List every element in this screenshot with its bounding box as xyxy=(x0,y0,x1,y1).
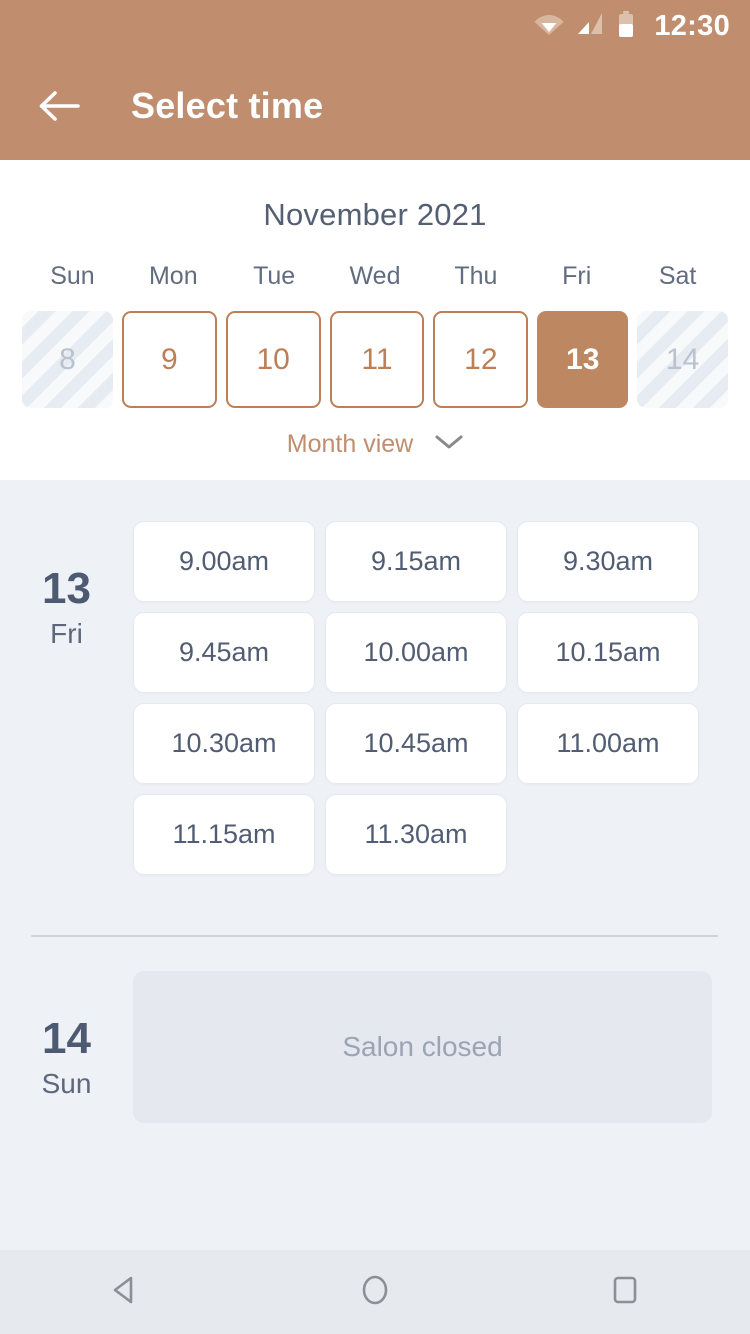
schedule-day-13: 13 Fri 9.00am 9.15am 9.30am 9.45am 10.00… xyxy=(0,480,750,875)
month-view-label: Month view xyxy=(286,430,414,458)
page-title: Select time xyxy=(131,85,324,126)
status-bar-clock: 12:30 xyxy=(654,9,730,42)
weekday-label: Tue xyxy=(253,262,296,290)
back-button[interactable] xyxy=(31,78,87,134)
calendar-month-title: November 2021 xyxy=(263,197,487,232)
time-slot-grid: 9.00am 9.15am 9.30am 9.45am 10.00am 10.1… xyxy=(133,521,750,875)
calendar-day-cell[interactable]: 11 xyxy=(329,311,425,408)
time-slot[interactable]: 9.30am xyxy=(517,521,699,602)
calendar-days-row: 8 9 10 11 12 13 14 xyxy=(0,311,750,408)
salon-closed-banner: Salon closed xyxy=(133,971,712,1123)
calendar-day-cell[interactable]: 10 xyxy=(225,311,321,408)
time-slot[interactable]: 10.30am xyxy=(133,703,315,784)
calendar-day-cell: 14 xyxy=(637,311,729,408)
time-slot[interactable]: 10.45am xyxy=(325,703,507,784)
weekday-label: Mon xyxy=(148,262,198,290)
time-slot[interactable]: 9.00am xyxy=(133,521,315,602)
weekday-label: Sun xyxy=(50,262,95,290)
weekday-label: Thu xyxy=(454,262,498,290)
calendar-day-cell: 8 xyxy=(22,311,113,408)
day-label: 14 Sun xyxy=(0,971,133,1123)
weekday-label: Sat xyxy=(658,262,697,290)
day-number: 13 xyxy=(42,564,91,613)
day-label: 13 Fri xyxy=(0,521,133,875)
android-home-button[interactable] xyxy=(320,1250,430,1334)
back-arrow-icon xyxy=(39,91,80,121)
time-slot[interactable]: 11.15am xyxy=(133,794,315,875)
calendar-day-cell-selected[interactable]: 13 xyxy=(537,311,629,408)
time-slot[interactable]: 11.00am xyxy=(517,703,699,784)
app-bar: Select time xyxy=(0,52,750,160)
chevron-down-icon xyxy=(435,434,463,455)
calendar-panel: November 2021 Sun Mon Tue Wed Thu Fri Sa… xyxy=(0,160,750,480)
android-recents-icon xyxy=(607,1272,643,1313)
time-slot[interactable]: 9.45am xyxy=(133,612,315,693)
time-slot[interactable]: 10.15am xyxy=(517,612,699,693)
weekday-header-row: Sun Mon Tue Wed Thu Fri Sat xyxy=(0,262,750,291)
schedule-list: 13 Fri 9.00am 9.15am 9.30am 9.45am 10.00… xyxy=(0,480,750,1250)
wifi-icon xyxy=(534,13,564,40)
weekday-label: Fri xyxy=(562,262,592,290)
day-of-week: Sun xyxy=(41,1068,92,1100)
day-of-week: Fri xyxy=(50,618,83,650)
status-bar: 12:30 xyxy=(0,0,750,52)
android-back-icon xyxy=(107,1272,143,1313)
android-nav-bar xyxy=(0,1250,750,1334)
android-back-button[interactable] xyxy=(70,1250,180,1334)
phone-screen: 12:30 Select time November 2021 Sun Mon … xyxy=(0,0,750,1334)
schedule-day-14: 14 Sun Salon closed xyxy=(0,937,750,1123)
month-view-toggle[interactable]: Month view xyxy=(0,430,750,459)
android-recents-button[interactable] xyxy=(570,1250,680,1334)
time-slot[interactable]: 9.15am xyxy=(325,521,507,602)
android-home-icon xyxy=(357,1272,393,1313)
weekday-label: Wed xyxy=(349,262,401,290)
time-slot[interactable]: 11.30am xyxy=(325,794,507,875)
day-number: 14 xyxy=(42,1014,91,1063)
cell-signal-icon xyxy=(578,12,604,40)
battery-icon xyxy=(618,10,634,42)
calendar-day-cell[interactable]: 9 xyxy=(121,311,217,408)
time-slot[interactable]: 10.00am xyxy=(325,612,507,693)
calendar-day-cell[interactable]: 12 xyxy=(433,311,529,408)
